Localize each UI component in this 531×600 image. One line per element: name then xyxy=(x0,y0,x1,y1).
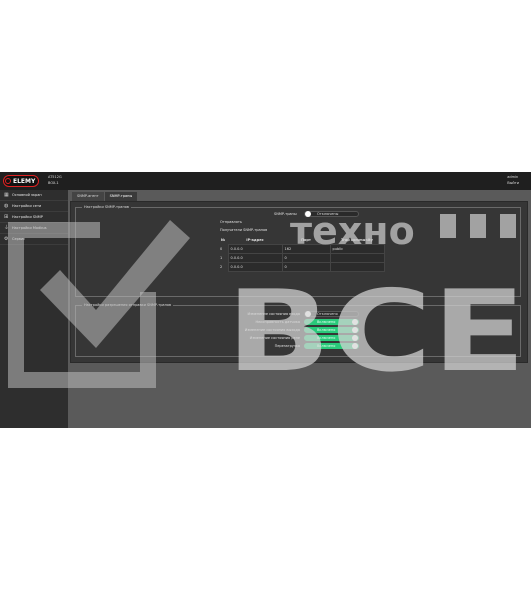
toggle-state: Включено xyxy=(317,336,336,340)
send-label: Отправлять xyxy=(220,220,242,224)
logout-link[interactable]: Выйти xyxy=(507,180,519,186)
gauge-icon: ▦ xyxy=(4,191,9,198)
port-input[interactable]: 0 xyxy=(281,253,331,263)
column-header: Порт xyxy=(301,238,311,242)
port-input[interactable]: 162 xyxy=(281,244,331,254)
community-input[interactable]: public xyxy=(329,244,385,254)
community-input[interactable] xyxy=(329,253,385,263)
top-bar: ELEMY AT512G BOX-1 admin Выйти xyxy=(0,172,531,190)
sidebar-item-label: Настройки SNMP xyxy=(12,215,43,219)
event-toggle[interactable]: Включено xyxy=(304,327,359,333)
tab-snmp-traps[interactable]: SNMP-трапы xyxy=(104,192,138,201)
tab-snmp-agent[interactable]: SNMP-агент xyxy=(72,192,104,201)
events-settings-group: Настройки разрешения отправки SNMP-трапо… xyxy=(75,303,521,357)
toggle-knob xyxy=(352,327,358,333)
network-icon: ⊞ xyxy=(4,213,9,220)
globe-icon: ◍ xyxy=(4,202,9,209)
row-number: 1 xyxy=(220,256,223,260)
row-number: 0 xyxy=(220,247,223,251)
toggle-knob xyxy=(352,343,358,349)
traps-settings-legend: Настройки SNMP-трапов xyxy=(82,205,131,209)
sidebar-item-snmp[interactable]: ⊞ Настройки SNMP xyxy=(0,212,68,223)
toggle-state: Включено xyxy=(317,344,336,348)
event-toggle[interactable]: Включено xyxy=(304,319,359,325)
toggle-knob xyxy=(352,319,358,325)
logo-ring-icon xyxy=(5,178,11,184)
receivers-label: Получатели SNMP-трапов xyxy=(220,228,268,232)
brand-logo[interactable]: ELEMY xyxy=(3,175,40,187)
column-header: IP-адрес xyxy=(246,238,264,242)
brand-name: ELEMY xyxy=(13,177,36,185)
event-label: Изменение состояния входа xyxy=(247,312,300,316)
event-label: Изменение состояния выхода xyxy=(244,328,300,332)
receivers-table: № IP-адрес Порт Trap community 0 0.0.0.0… xyxy=(218,236,385,272)
sidebar-item-label: Сервис xyxy=(12,237,26,241)
toggle-state: Включено xyxy=(317,328,336,332)
sidebar: ▦ Основной экран ◍ Настройки сети ⊞ Наст… xyxy=(0,190,68,428)
sidebar-item-service[interactable]: ⚙ Сервис xyxy=(0,234,68,245)
event-toggle[interactable]: Включено xyxy=(304,343,359,349)
table-row: 0 0.0.0.0 162 public xyxy=(218,244,385,254)
user-box: admin Выйти xyxy=(507,174,519,186)
sidebar-item-label: Основной экран xyxy=(12,193,42,197)
gear-icon: ⚙ xyxy=(4,235,9,242)
traps-enable-label: SNMP-трапы xyxy=(274,212,297,216)
main-content: SNMP-агент SNMP-трапы Настройки SNMP-тра… xyxy=(68,190,531,428)
toggle-knob xyxy=(352,335,358,341)
app-screen: ELEMY AT512G BOX-1 admin Выйти ▦ Основно… xyxy=(0,172,531,428)
device-id: BOX-1 xyxy=(48,181,59,185)
event-label: Перезагрузка xyxy=(274,344,300,348)
toggle-state: Отключено xyxy=(317,312,338,316)
toggle-state: Включено xyxy=(317,320,336,324)
community-input[interactable] xyxy=(329,262,385,272)
sidebar-item-network[interactable]: ◍ Настройки сети xyxy=(0,201,68,212)
sidebar-item-modbus[interactable]: ⏚ Настройки Modbus xyxy=(0,223,68,234)
ip-input[interactable]: 0.0.0.0 xyxy=(227,253,283,263)
plug-icon: ⏚ xyxy=(4,224,10,231)
column-header: № xyxy=(220,238,226,243)
row-number: 2 xyxy=(220,265,223,269)
traps-enable-toggle[interactable]: Отключены xyxy=(304,211,359,217)
toggle-state: Отключены xyxy=(317,212,339,216)
ip-input[interactable]: 0.0.0.0 xyxy=(227,262,283,272)
sidebar-item-main[interactable]: ▦ Основной экран xyxy=(0,190,68,201)
port-input[interactable]: 0 xyxy=(281,262,331,272)
column-header: Trap community xyxy=(341,238,373,242)
table-row: 1 0.0.0.0 0 xyxy=(218,253,385,263)
event-label: Неисправность датчика xyxy=(255,320,300,324)
event-toggle[interactable]: Отключено xyxy=(304,311,359,317)
ip-input[interactable]: 0.0.0.0 xyxy=(227,244,283,254)
table-row: 2 0.0.0.0 0 xyxy=(218,262,385,272)
events-settings-legend: Настройки разрешения отправки SNMP-трапо… xyxy=(82,303,174,307)
toggle-knob xyxy=(305,311,311,317)
table-header-row: № IP-адрес Порт Trap community xyxy=(218,236,384,245)
tab-bar: SNMP-агент SNMP-трапы xyxy=(72,192,138,201)
event-toggle[interactable]: Включено xyxy=(304,335,359,341)
toggle-knob xyxy=(305,211,311,217)
device-info: AT512G BOX-1 xyxy=(48,174,62,186)
traps-settings-group: Настройки SNMP-трапов SNMP-трапы Отключе… xyxy=(75,205,521,297)
sidebar-item-label: Настройки сети xyxy=(12,204,42,208)
event-label: Изменение состояния реле xyxy=(249,336,300,340)
traps-panel: Настройки SNMP-трапов SNMP-трапы Отключе… xyxy=(70,201,528,363)
sidebar-item-label: Настройки Modbus xyxy=(12,226,47,230)
